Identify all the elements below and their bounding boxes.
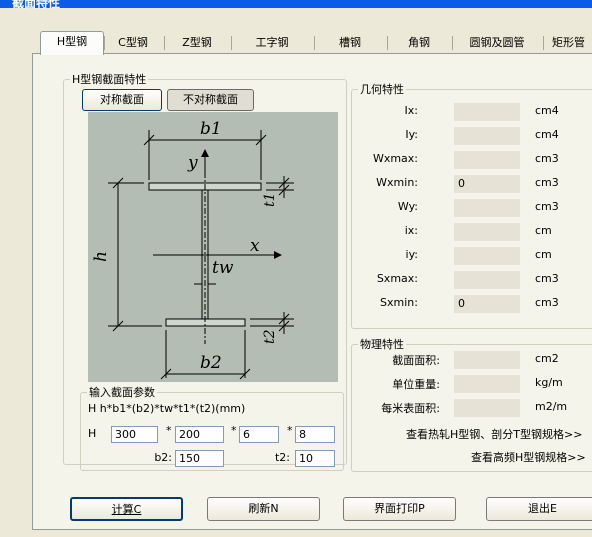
geometry-unit: cm xyxy=(535,248,552,261)
geometry-value: 0 xyxy=(454,175,520,193)
calculate-button[interactable]: 计算C xyxy=(70,497,183,521)
h-section-diagram: b1 y x tw b2 h t1 t2 xyxy=(88,112,338,382)
geometry-label: ix: xyxy=(404,224,418,237)
geometry-unit: cm4 xyxy=(535,104,559,117)
physical-value xyxy=(454,375,520,393)
geometry-label: Ix: xyxy=(404,104,418,117)
geometry-unit: cm xyxy=(535,224,552,237)
geometry-label: Wxmax: xyxy=(372,152,418,165)
tab-round-pipe[interactable]: 圆钢及圆管 xyxy=(453,33,541,53)
t1-input[interactable]: 8 xyxy=(295,426,335,443)
physical-unit: kg/m xyxy=(535,376,563,389)
physical-value xyxy=(454,351,520,369)
physical-label: 截面面积: xyxy=(392,354,440,367)
print-button[interactable]: 界面打印P xyxy=(343,497,456,521)
b1-input[interactable]: 200 xyxy=(175,426,224,443)
multiply-sign: * xyxy=(231,424,237,437)
button-label: 界面打印P xyxy=(374,502,425,515)
geometry-unit: cm3 xyxy=(535,272,559,285)
tab-angle[interactable]: 角钢 xyxy=(388,33,450,53)
tab-label: 槽钢 xyxy=(339,36,361,49)
geometry-value xyxy=(454,199,520,217)
geometry-label: iy: xyxy=(405,248,418,261)
geometry-label: Wy: xyxy=(397,200,418,213)
h-input[interactable]: 300 xyxy=(111,426,158,443)
geometry-label: Wxmin: xyxy=(376,176,418,189)
symmetric-section-button[interactable]: 对称截面 xyxy=(82,89,162,111)
b1-label: b1 xyxy=(200,119,222,139)
tw-input[interactable]: 6 xyxy=(239,426,279,443)
hot-rolled-spec-link[interactable]: 查看热轧H型钢、剖分T型钢规格>> xyxy=(406,426,582,442)
tab-label: C型钢 xyxy=(118,36,148,49)
button-label: 计算C xyxy=(111,503,142,516)
refresh-button[interactable]: 刷新N xyxy=(207,497,320,521)
b2-field-label: b2: xyxy=(154,451,172,464)
geometry-unit: cm3 xyxy=(535,176,559,189)
tab-i-beam[interactable]: 工字钢 xyxy=(232,33,312,53)
physical-unit: m2/m xyxy=(535,400,568,413)
geometry-label: Sxmax: xyxy=(376,272,418,285)
tw-label: tw xyxy=(212,258,234,278)
window-title: 截面特性 xyxy=(12,0,61,10)
y-axis-label: y xyxy=(187,153,198,173)
param-prefix: H xyxy=(88,427,97,440)
x-axis-label: x xyxy=(250,236,260,256)
geometry-value xyxy=(454,271,520,289)
high-frequency-spec-link[interactable]: 查看高频H型钢规格>> xyxy=(471,449,586,465)
b2-label: b2 xyxy=(200,353,222,373)
physical-title: 物理特性 xyxy=(360,338,404,351)
b2-input[interactable]: 150 xyxy=(175,450,224,467)
physical-unit: cm2 xyxy=(535,352,559,365)
geometry-unit: cm3 xyxy=(535,296,559,309)
tab-label: 矩形管 xyxy=(552,36,585,49)
tab-label: H型钢 xyxy=(56,35,88,48)
t2-label: t2 xyxy=(262,329,278,344)
geometry-title: 几何特性 xyxy=(360,83,404,96)
tab-channel[interactable]: 槽钢 xyxy=(315,33,385,53)
physical-label: 单位重量: xyxy=(392,378,440,391)
tab-label: Z型钢 xyxy=(182,36,212,49)
physical-label: 每米表面积: xyxy=(381,402,440,415)
geometry-label: Sxmin: xyxy=(380,296,418,309)
multiply-sign: * xyxy=(287,424,293,437)
title-bar: 截面特性 xyxy=(0,0,592,10)
section-group-title: H型钢截面特性 xyxy=(72,73,147,86)
button-label: 对称截面 xyxy=(100,93,144,106)
geometry-value xyxy=(454,127,520,145)
geometry-value: 0 xyxy=(454,295,520,313)
geometry-value xyxy=(454,103,520,121)
t1-label: t1 xyxy=(262,192,278,207)
geometry-unit: cm3 xyxy=(535,200,559,213)
t2-field-label: t2: xyxy=(274,451,290,464)
tab-label: 圆钢及圆管 xyxy=(469,36,525,49)
input-params-title: 输入截面参数 xyxy=(89,386,155,399)
tab-label: 角钢 xyxy=(408,36,430,49)
geometry-value xyxy=(454,151,520,169)
tab-h-steel[interactable]: H型钢 xyxy=(40,31,104,55)
physical-value xyxy=(454,399,520,417)
tab-separator xyxy=(543,36,544,50)
geometry-unit: cm4 xyxy=(535,128,559,141)
tab-z-steel[interactable]: Z型钢 xyxy=(165,33,229,53)
h-section-drawing: b1 y x tw b2 h t1 t2 xyxy=(91,119,294,380)
geometry-value xyxy=(454,223,520,241)
geometry-value xyxy=(454,247,520,265)
exit-button[interactable]: 退出E xyxy=(486,497,592,521)
button-label: 退出E xyxy=(528,502,557,515)
h-label: h xyxy=(91,251,111,262)
button-label: 刷新N xyxy=(248,502,279,515)
param-formula: H h*b1*(b2)*tw*t1*(t2)(mm) xyxy=(88,402,246,415)
tab-rect-tube[interactable]: 矩形管 xyxy=(552,33,592,53)
t2-input[interactable]: 10 xyxy=(295,450,335,467)
geometry-unit: cm3 xyxy=(535,152,559,165)
tab-label: 工字钢 xyxy=(255,36,289,49)
asymmetric-section-button[interactable]: 不对称截面 xyxy=(167,89,254,111)
button-label: 不对称截面 xyxy=(183,93,238,106)
multiply-sign: * xyxy=(166,424,172,437)
geometry-label: Iy: xyxy=(405,128,418,141)
tab-c-steel[interactable]: C型钢 xyxy=(105,33,161,53)
